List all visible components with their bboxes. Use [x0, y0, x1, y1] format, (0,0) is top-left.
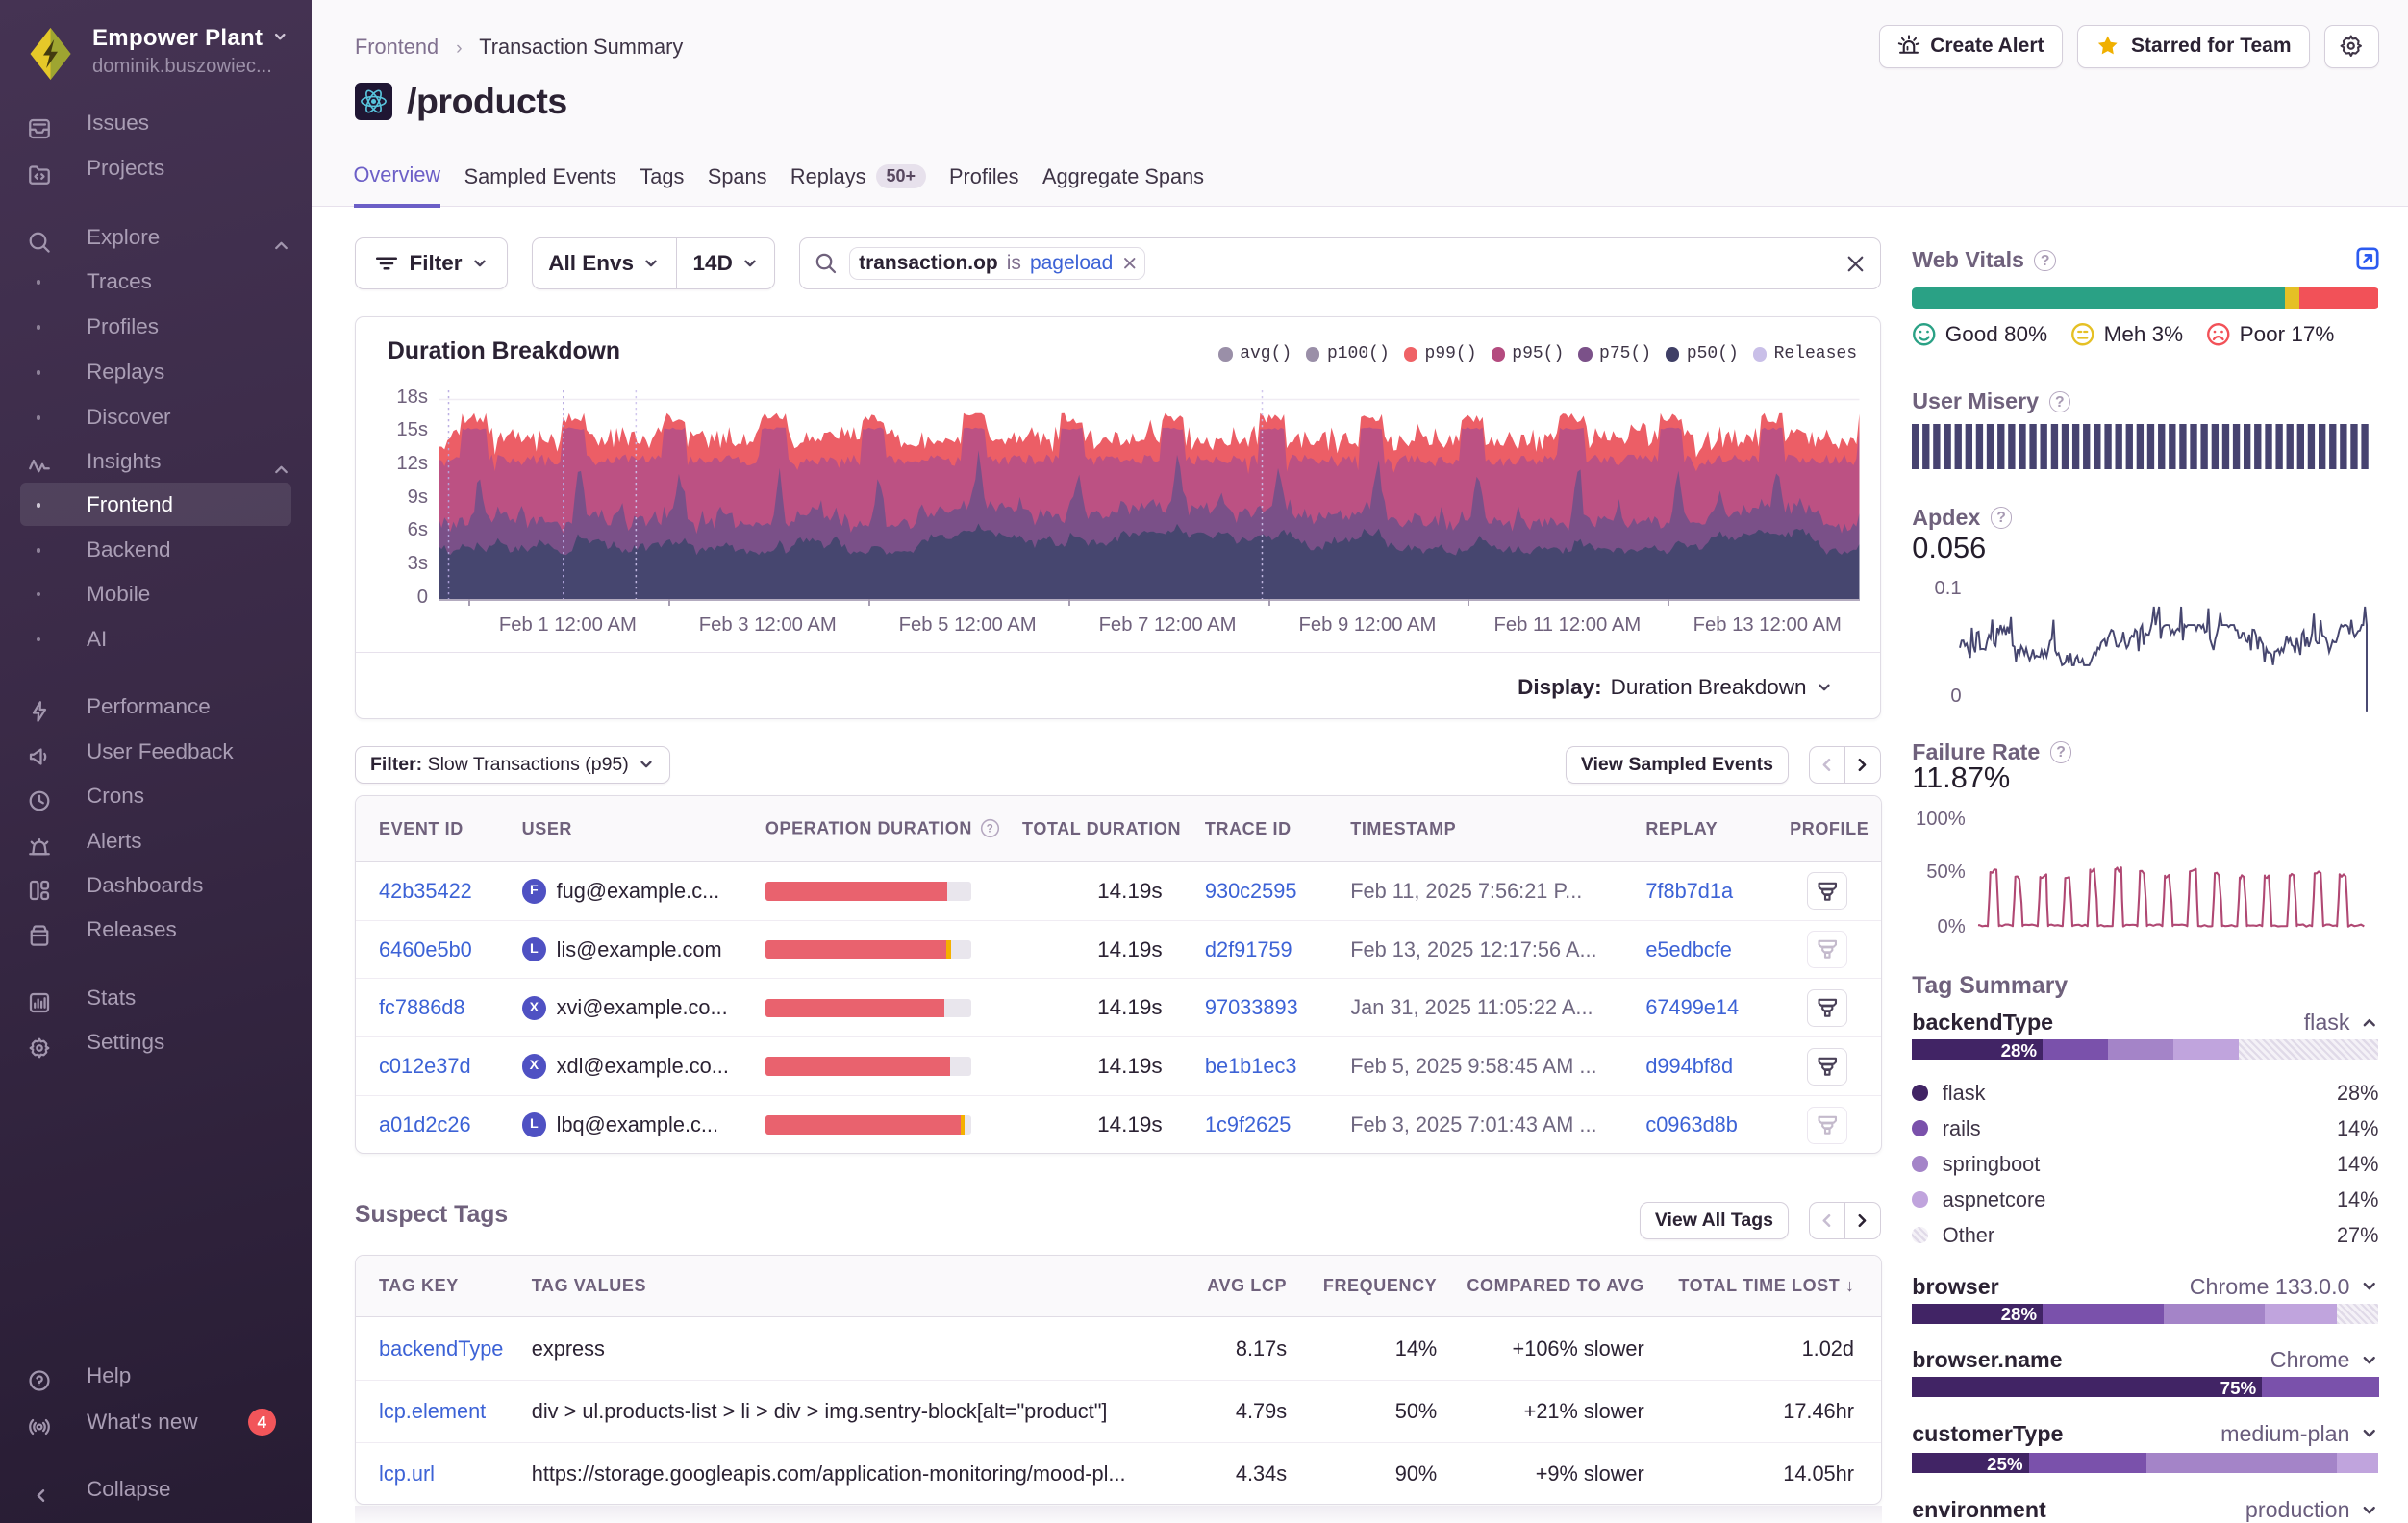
svg-text:?: ?: [986, 822, 993, 836]
